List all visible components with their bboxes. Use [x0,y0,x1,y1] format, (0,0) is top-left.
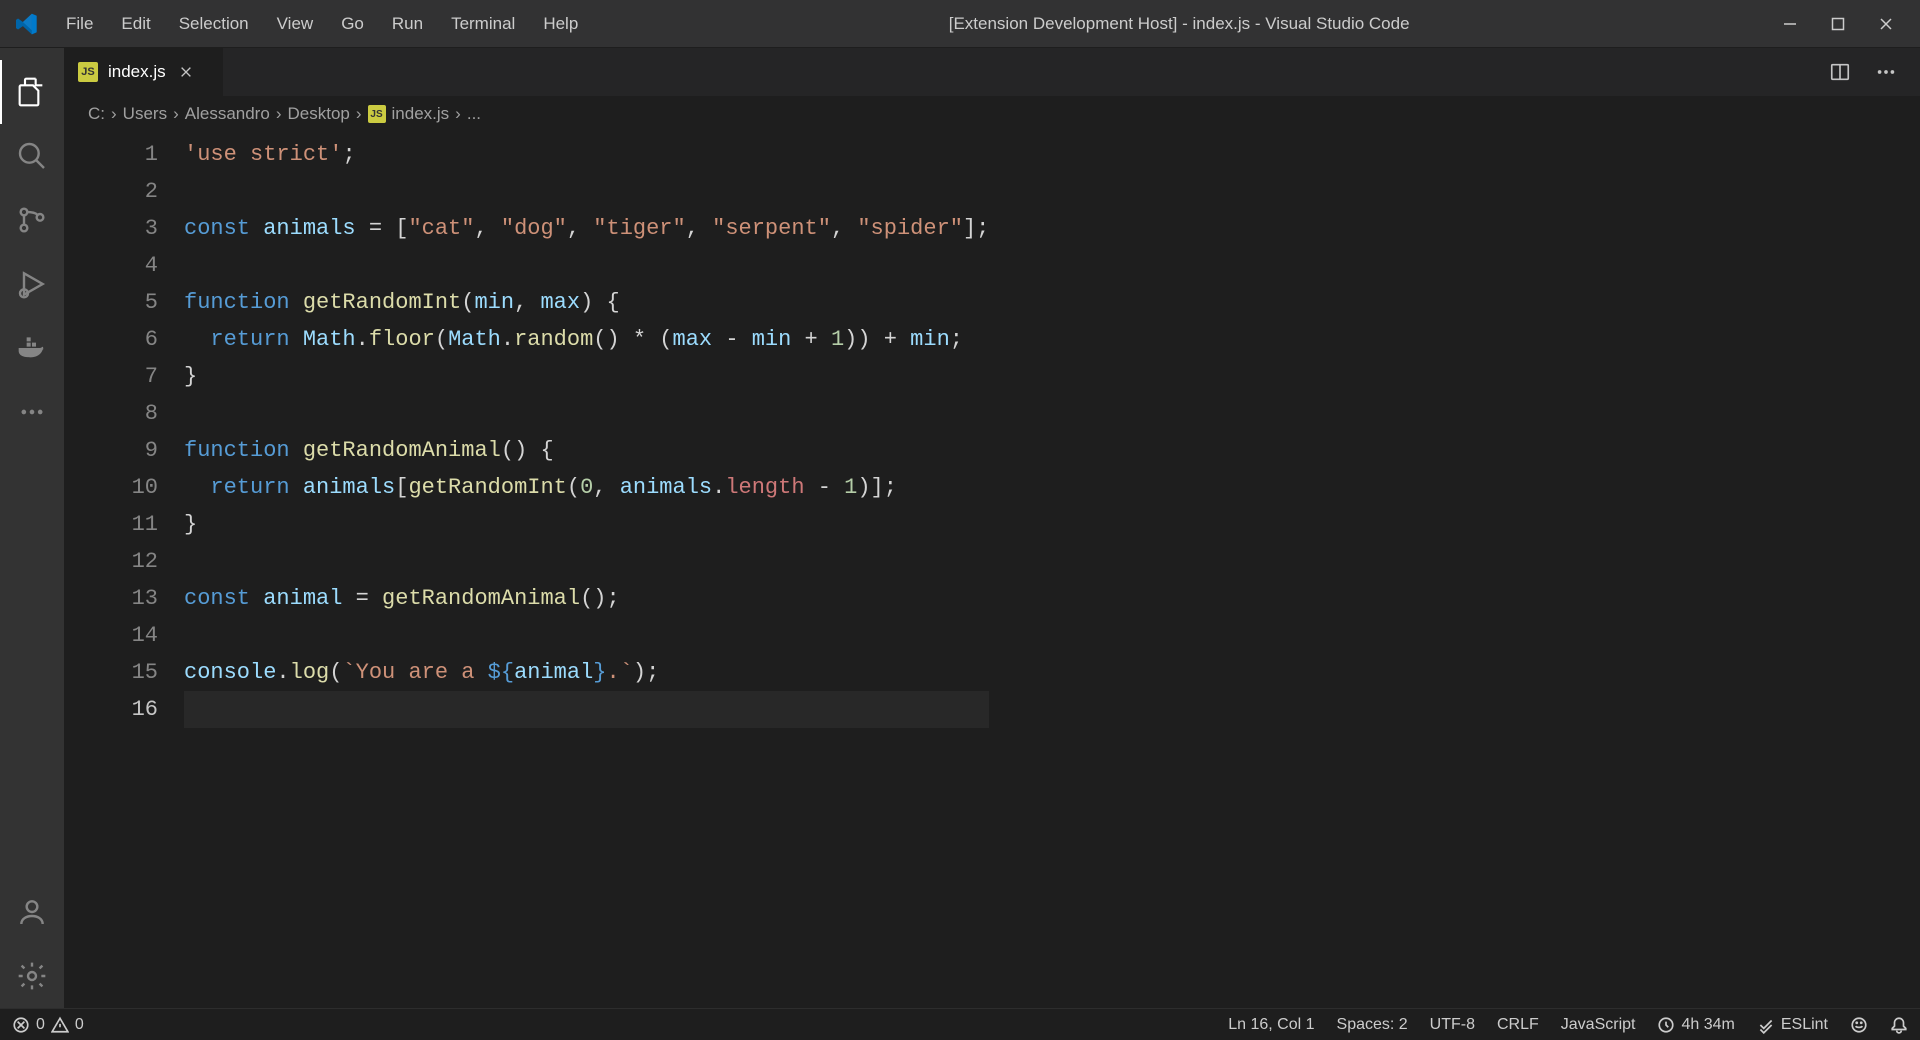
status-wakatime[interactable]: 4h 34m [1657,1016,1734,1034]
status-bar: 0 0 Ln 16, Col 1 Spaces: 2 UTF-8 CRLF Ja… [0,1008,1920,1040]
menu-run[interactable]: Run [378,8,437,40]
breadcrumb-seg[interactable]: C: [88,104,105,124]
main-menu: File Edit Selection View Go Run Terminal… [52,8,592,40]
tab-close-button[interactable] [176,62,196,82]
status-language[interactable]: JavaScript [1561,1016,1636,1034]
breadcrumb-bar[interactable]: C: › Users › Alessandro › Desktop › JS i… [64,96,1920,132]
title-bar: File Edit Selection View Go Run Terminal… [0,0,1920,48]
status-errors[interactable]: 0 [12,1016,45,1034]
menu-edit[interactable]: Edit [107,8,164,40]
activity-source-control[interactable] [0,188,64,252]
chevron-right-icon: › [356,104,362,124]
chevron-right-icon: › [455,104,461,124]
window-title: [Extension Development Host] - index.js … [592,14,1766,34]
tab-label: index.js [108,62,166,82]
menu-terminal[interactable]: Terminal [437,8,529,40]
status-eslint[interactable]: ESLint [1757,1016,1828,1034]
chevron-right-icon: › [276,104,282,124]
line-number-gutter[interactable]: 12345678910111213141516 [64,132,184,1008]
menu-help[interactable]: Help [529,8,592,40]
breadcrumb-seg[interactable]: Users [123,104,167,124]
minimize-button[interactable] [1766,0,1814,48]
status-feedback[interactable] [1850,1016,1868,1034]
tab-indexjs[interactable]: JS index.js [64,48,224,96]
status-warnings[interactable]: 0 [51,1016,84,1034]
editor-area: JS index.js C: › Users › Alessandro [64,48,1920,1008]
status-indentation[interactable]: Spaces: 2 [1337,1016,1408,1034]
activity-settings[interactable] [0,944,64,1008]
menu-view[interactable]: View [263,8,328,40]
editor-more-button[interactable] [1870,56,1902,88]
breadcrumb-file[interactable]: index.js [392,104,450,124]
breadcrumb-seg[interactable]: Desktop [287,104,349,124]
chevron-right-icon: › [173,104,179,124]
breadcrumb-tail[interactable]: ... [467,104,481,124]
menu-go[interactable]: Go [327,8,378,40]
menu-selection[interactable]: Selection [165,8,263,40]
js-file-icon: JS [368,105,386,123]
menu-file[interactable]: File [52,8,107,40]
code-editor[interactable]: 12345678910111213141516 'use strict'; co… [64,132,1920,1008]
maximize-button[interactable] [1814,0,1862,48]
status-notifications[interactable] [1890,1016,1908,1034]
window-controls [1766,0,1910,48]
status-eol[interactable]: CRLF [1497,1016,1539,1034]
activity-more[interactable] [0,380,64,444]
activity-run-debug[interactable] [0,252,64,316]
activity-explorer[interactable] [0,60,64,124]
breadcrumb-seg[interactable]: Alessandro [185,104,270,124]
code-content[interactable]: 'use strict'; const animals = ["cat", "d… [184,132,989,1008]
tab-bar: JS index.js [64,48,1920,96]
status-cursor-position[interactable]: Ln 16, Col 1 [1228,1016,1314,1034]
activity-docker[interactable] [0,316,64,380]
split-editor-button[interactable] [1824,56,1856,88]
vscode-logo-icon [16,13,38,35]
activity-accounts[interactable] [0,880,64,944]
activity-bar [0,48,64,1008]
activity-search[interactable] [0,124,64,188]
chevron-right-icon: › [111,104,117,124]
status-encoding[interactable]: UTF-8 [1430,1016,1475,1034]
close-button[interactable] [1862,0,1910,48]
js-file-icon: JS [78,62,98,82]
